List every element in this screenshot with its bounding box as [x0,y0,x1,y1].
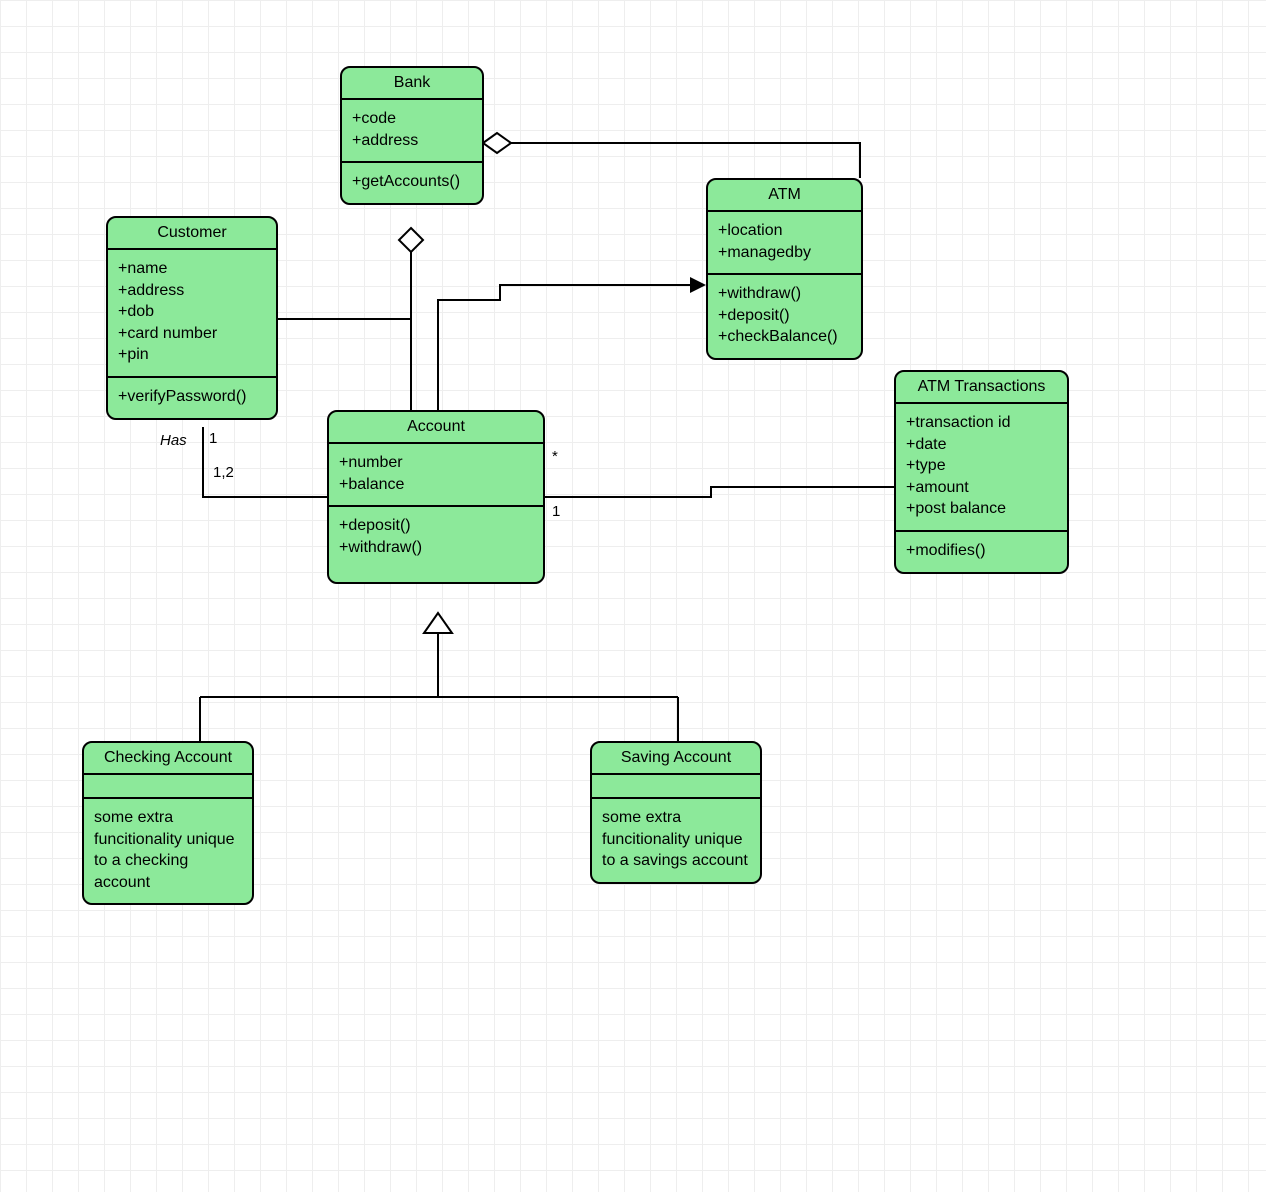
edge-account-atm [438,285,690,410]
aggregation-diamond-bank-atm [483,133,511,153]
class-account-title: Account [329,412,543,442]
class-atm-transactions-attrs: +transaction id +date +type +amount +pos… [896,404,1067,530]
class-bank-methods: +getAccounts() [342,163,482,203]
class-account[interactable]: Account +number +balance +deposit() +wit… [327,410,545,584]
class-customer-methods: +verifyPassword() [108,378,276,418]
class-atm-attrs: +location +managedby [708,212,861,273]
class-atm-methods: +withdraw() +deposit() +checkBalance() [708,275,861,358]
class-atm-transactions[interactable]: ATM Transactions +transaction id +date +… [894,370,1069,574]
class-atm-transactions-title: ATM Transactions [896,372,1067,402]
inheritance-triangle [424,613,452,633]
aggregation-diamond-bank-account [399,228,423,252]
grid-background [0,0,1266,1192]
class-atm-transactions-methods: +modifies() [896,532,1067,572]
class-bank-attrs: +code +address [342,100,482,161]
edge-account-transactions [545,487,894,497]
label-one-two: 1,2 [213,464,234,481]
class-account-methods: +deposit() +withdraw() [329,507,543,582]
class-checking-methods: some extra funcitionality unique to a ch… [84,799,252,903]
edge-customer-account [203,427,327,497]
class-bank[interactable]: Bank +code +address +getAccounts() [340,66,484,205]
class-customer-title: Customer [108,218,276,248]
class-bank-title: Bank [342,68,482,98]
label-one-left: 1 [209,430,217,447]
class-saving-methods: some extra funcitionality unique to a sa… [592,799,760,882]
class-customer-attrs: +name +address +dob +card number +pin [108,250,276,376]
class-atm[interactable]: ATM +location +managedby +withdraw() +de… [706,178,863,360]
class-atm-title: ATM [708,180,861,210]
label-star: * [552,448,558,465]
label-has: Has [160,432,187,449]
class-saving-attrs [592,775,760,797]
class-saving[interactable]: Saving Account some extra funcitionality… [590,741,762,884]
class-account-attrs: +number +balance [329,444,543,505]
class-checking-attrs [84,775,252,797]
label-one-right: 1 [552,503,560,520]
edge-bank-atm [497,143,860,178]
class-customer[interactable]: Customer +name +address +dob +card numbe… [106,216,278,420]
class-checking-title: Checking Account [84,743,252,773]
connectors-layer [0,0,1266,1192]
class-saving-title: Saving Account [592,743,760,773]
arrowhead-account-atm [690,277,706,293]
class-checking[interactable]: Checking Account some extra funcitionali… [82,741,254,905]
